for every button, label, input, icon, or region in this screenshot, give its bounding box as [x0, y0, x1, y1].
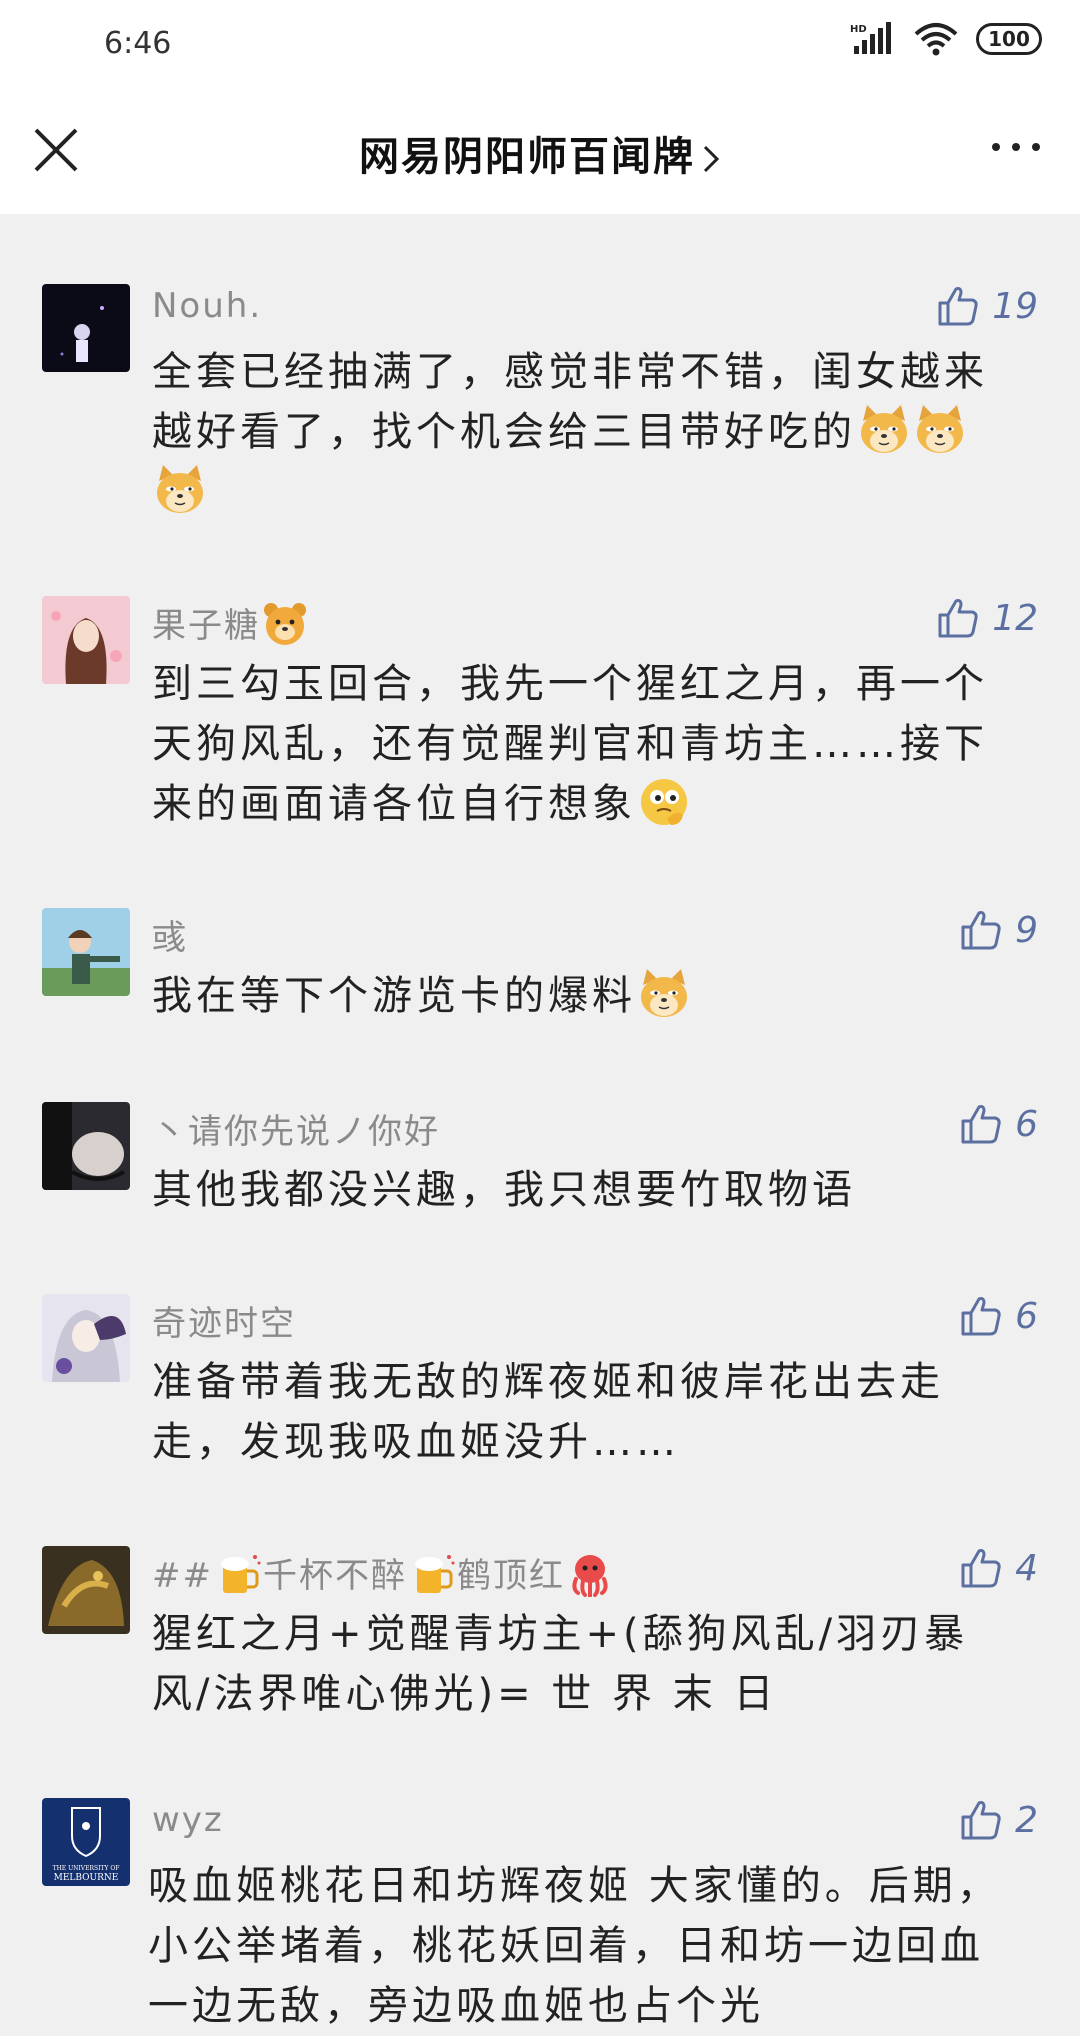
comment-username[interactable]: Nouh. — [152, 286, 262, 326]
username-text: ## — [152, 1556, 213, 1596]
like-count: 4 — [1015, 1547, 1038, 1589]
comment-text: 我在等下个游览卡的爆料 — [152, 973, 636, 1019]
thumbs-up-icon — [959, 908, 1003, 952]
status-bar: 6:46 HD 100 — [0, 0, 1080, 90]
like-count: 9 — [1015, 909, 1038, 951]
avatar[interactable]: THE UNIVERSITY OF MELBOURNE — [42, 1798, 130, 1886]
like-button[interactable]: 2 — [959, 1798, 1038, 1842]
signal-icon: HD — [850, 22, 891, 54]
comment-text-block: 猩红之月+觉醒青坊主+(舔狗风乱/羽刃暴风/法界唯心佛光)= 世 界 末 日 — [152, 1604, 1012, 1724]
comment-text: 准备带着我无敌的辉夜姬和彼岸花出去走走，发现我吸血姬没升…… — [152, 1359, 944, 1465]
username-text: 鹤顶红 — [456, 1556, 565, 1596]
doge-emoji-icon — [913, 403, 967, 457]
avatar[interactable] — [42, 1102, 130, 1190]
like-button[interactable]: 9 — [959, 908, 1038, 952]
comment-text: 到三勾玉回合，我先一个猩红之月，再一个天狗风乱，还有觉醒判官和青坊主……接下来的… — [152, 661, 988, 827]
doge-emoji-icon — [857, 403, 911, 457]
comment-username[interactable]: ## 千杯不醉 鹤顶红 — [152, 1548, 615, 1597]
like-button[interactable]: 6 — [959, 1294, 1038, 1338]
avatar[interactable] — [42, 596, 130, 684]
like-count: 12 — [992, 597, 1038, 639]
comment-text-block: 准备带着我无敌的辉夜姬和彼岸花出去走走，发现我吸血姬没升…… — [152, 1352, 1012, 1472]
svg-text:HD: HD — [850, 24, 867, 35]
avatar-melbourne-text: MELBOURNE — [54, 1873, 119, 1883]
comment-text-block: 我在等下个游览卡的爆料 — [152, 966, 1012, 1026]
thumbs-up-icon — [959, 1798, 1003, 1842]
comment-text-block: 其他我都没兴趣，我只想要竹取物语 — [152, 1160, 1012, 1220]
comment-text: 吸血姬桃花日和坊辉夜姬 大家懂的。后期，小公举堵着，桃花妖回着，日和坊一边回血一… — [148, 1863, 1001, 2029]
comment-text: 其他我都没兴趣，我只想要竹取物语 — [152, 1167, 856, 1213]
like-button[interactable]: 4 — [959, 1546, 1038, 1590]
like-button[interactable]: 12 — [936, 596, 1038, 640]
thumbs-up-icon — [959, 1102, 1003, 1146]
avatar[interactable] — [42, 1294, 130, 1382]
bear-emoji-icon — [262, 601, 308, 647]
comment-text-block: 全套已经抽满了，感觉非常不错，闺女越来越好看了，找个机会给三目带好吃的 — [152, 342, 1012, 522]
page-title: 网易阴阳师百闻牌 — [359, 134, 695, 180]
comment-text: 猩红之月+觉醒青坊主+(舔狗风乱/羽刃暴风/法界唯心佛光)= 世 界 末 日 — [152, 1611, 969, 1717]
comment-username[interactable]: wyz — [152, 1800, 224, 1840]
comment-username[interactable]: 果子糖 — [152, 598, 310, 647]
like-button[interactable]: 19 — [936, 284, 1038, 328]
thumbs-up-icon — [936, 596, 980, 640]
avatar[interactable] — [42, 908, 130, 996]
nav-title-link[interactable]: 网易阴阳师百闻牌 — [0, 124, 1080, 182]
thumbs-up-icon — [936, 284, 980, 328]
avatar[interactable] — [42, 1546, 130, 1634]
comment-username[interactable]: 丶请你先说ノ你好 — [152, 1104, 440, 1153]
like-count: 6 — [1015, 1103, 1038, 1145]
thinking-emoji-icon — [637, 775, 691, 829]
like-count: 19 — [992, 285, 1038, 327]
beer-emoji-icon — [215, 1551, 261, 1597]
nav-bar: 网易阴阳师百闻牌 — [0, 90, 1080, 214]
status-icons: HD 100 — [850, 22, 1042, 56]
avatar[interactable] — [42, 284, 130, 372]
like-count: 2 — [1015, 1799, 1038, 1841]
doge-emoji-icon — [153, 463, 207, 517]
battery-indicator: 100 — [976, 23, 1042, 55]
like-count: 6 — [1015, 1295, 1038, 1337]
wifi-icon — [914, 23, 958, 56]
like-button[interactable]: 6 — [959, 1102, 1038, 1146]
more-icon[interactable] — [986, 132, 1046, 162]
comment-text-block: 吸血姬桃花日和坊辉夜姬 大家懂的。后期，小公举堵着，桃花妖回着，日和坊一边回血一… — [148, 1856, 1012, 2036]
status-time: 6:46 — [104, 26, 172, 61]
doge-emoji-icon — [637, 967, 691, 1021]
chevron-right-icon — [703, 145, 720, 173]
thumbs-up-icon — [959, 1546, 1003, 1590]
comment-username[interactable]: 彧 — [152, 910, 188, 959]
comment-text-block: 到三勾玉回合，我先一个猩红之月，再一个天狗风乱，还有觉醒判官和青坊主……接下来的… — [152, 654, 1012, 834]
comment-username[interactable]: 奇迹时空 — [152, 1296, 296, 1345]
beer-emoji-icon — [409, 1551, 455, 1597]
username-text: 果子糖 — [152, 606, 260, 646]
octopus-emoji-icon — [567, 1551, 613, 1597]
username-text: 千杯不醉 — [262, 1556, 407, 1596]
avatar-university-text: THE UNIVERSITY OF — [53, 1865, 120, 1872]
thumbs-up-icon — [959, 1294, 1003, 1338]
